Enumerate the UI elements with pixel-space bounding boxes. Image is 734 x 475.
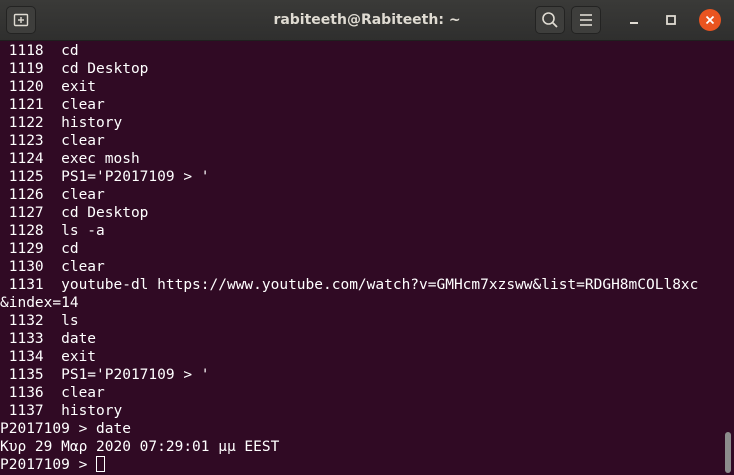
scrollbar-track[interactable] bbox=[722, 42, 734, 475]
title-bar[interactable]: rabiteeth@Rabiteeth: ~ bbox=[0, 0, 734, 41]
minimize-button[interactable] bbox=[619, 6, 649, 34]
new-tab-icon bbox=[13, 13, 29, 27]
prompt-line[interactable]: P2017109 > bbox=[0, 456, 722, 474]
terminal-line: 1134 exit bbox=[0, 349, 97, 365]
maximize-button[interactable] bbox=[656, 6, 686, 34]
terminal-line: 1121 clear bbox=[0, 97, 105, 113]
terminal-line: 1132 ls bbox=[0, 313, 79, 329]
terminal-line: 1118 cd bbox=[0, 43, 79, 59]
shell-prompt: P2017109 > bbox=[0, 457, 97, 473]
terminal-line: 1127 cd Desktop bbox=[0, 205, 149, 221]
close-button[interactable] bbox=[695, 6, 725, 34]
maximize-icon bbox=[666, 15, 676, 25]
hamburger-menu-icon bbox=[580, 14, 592, 26]
close-icon bbox=[705, 15, 715, 25]
terminal-line: 1131 youtube-dl https://www.youtube.com/… bbox=[0, 277, 699, 293]
terminal-line: 1133 date bbox=[0, 331, 97, 347]
terminal-line: 1135 PS1='P2017109 > ' bbox=[0, 367, 210, 383]
minimize-icon bbox=[630, 22, 638, 24]
terminal-line: 1124 exec mosh bbox=[0, 151, 140, 167]
terminal-output[interactable]: 1118 cd 1119 cd Desktop 1120 exit 1121 c… bbox=[0, 42, 722, 475]
terminal-line: 1129 cd bbox=[0, 241, 79, 257]
terminal-line: 1120 exit bbox=[0, 79, 97, 95]
terminal-line: 1123 clear bbox=[0, 133, 105, 149]
scrollbar-thumb[interactable] bbox=[725, 432, 731, 473]
terminal-line: 1119 cd Desktop bbox=[0, 61, 149, 77]
search-button[interactable] bbox=[535, 6, 565, 34]
search-icon bbox=[542, 12, 558, 28]
terminal-line: 1122 history bbox=[0, 115, 123, 131]
close-button-circle[interactable] bbox=[699, 9, 721, 31]
terminal-line: Κυρ 29 Μαρ 2020 07:29:01 μμ EEST bbox=[0, 439, 280, 455]
menu-button[interactable] bbox=[571, 6, 601, 34]
terminal-line: 1136 clear bbox=[0, 385, 105, 401]
new-tab-button[interactable] bbox=[6, 6, 36, 34]
terminal-line: P2017109 > date bbox=[0, 421, 131, 437]
terminal-line: 1130 clear bbox=[0, 259, 105, 275]
terminal-line: 1128 ls -a bbox=[0, 223, 105, 239]
terminal-window: rabiteeth@Rabiteeth: ~ 1118 cd 1119 cd D… bbox=[0, 0, 734, 475]
terminal-line: 1125 PS1='P2017109 > ' bbox=[0, 169, 210, 185]
terminal-line: &index=14 bbox=[0, 295, 79, 311]
terminal-line: 1126 clear bbox=[0, 187, 105, 203]
text-cursor bbox=[96, 456, 106, 472]
terminal-line: 1137 history bbox=[0, 403, 123, 419]
